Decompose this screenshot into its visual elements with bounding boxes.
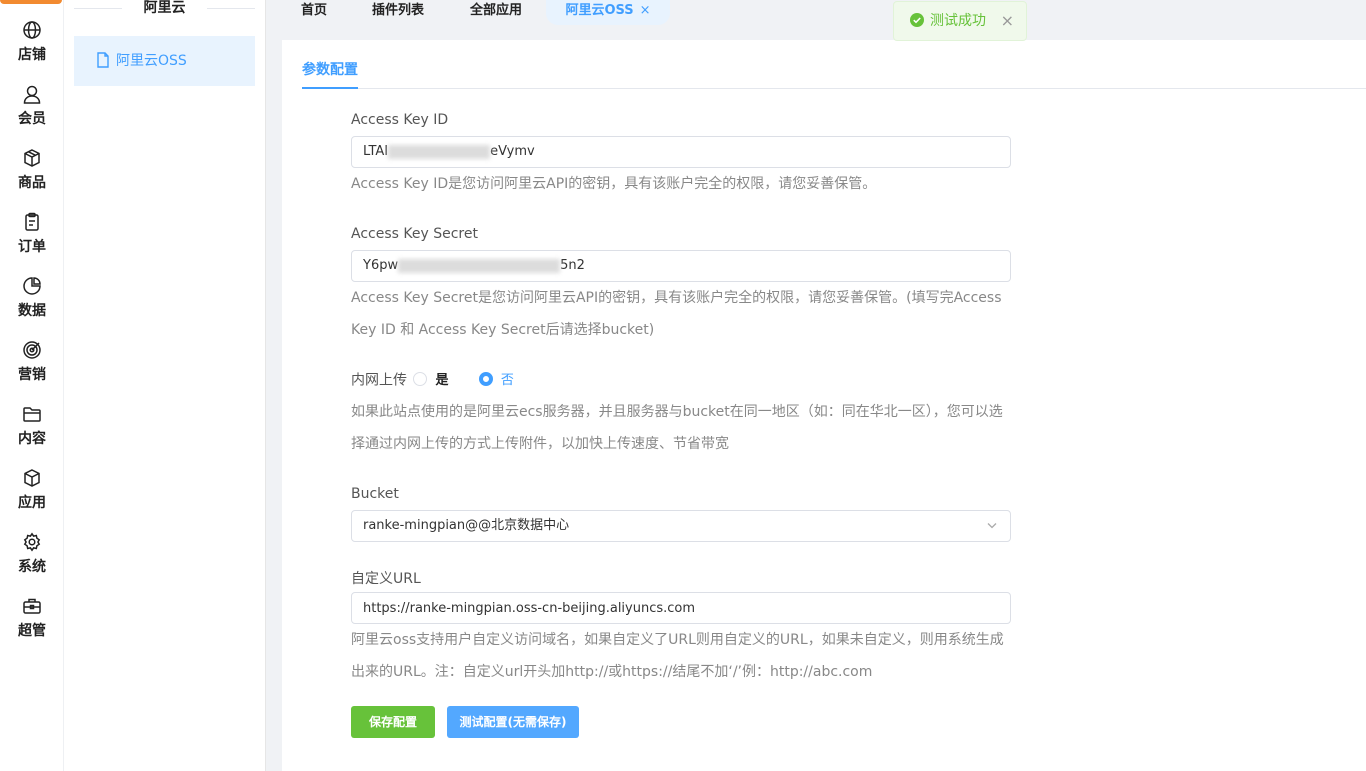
nav-admin[interactable]: 超管: [0, 596, 64, 652]
nav-label: 营销: [18, 367, 46, 383]
access-key-secret-help-1: Access Key Secret是您访问阿里云API的密钥，具有该账户完全的权…: [351, 290, 1002, 306]
intranet-upload-label: 内网上传: [351, 372, 407, 389]
close-icon[interactable]: ×: [1001, 2, 1014, 40]
access-key-id-help: Access Key ID是您访问阿里云API的密钥，具有该账户完全的权限，请您…: [351, 176, 877, 192]
user-icon: [23, 85, 41, 104]
folder-icon: [23, 407, 41, 422]
main-nav-rail: 店铺 会员 商品 订单 数据 营销 内容 应用 系统 超管: [0, 0, 64, 771]
nav-label: 应用: [18, 495, 46, 511]
tab-border: [302, 88, 1366, 89]
access-key-secret-value-start: Y6pw: [363, 258, 399, 273]
submenu-title-text: 阿里云: [143, 0, 186, 16]
radio-no[interactable]: 否: [478, 370, 514, 391]
nav-member[interactable]: 会员: [0, 84, 64, 140]
sub-menu: 阿里云 阿里云OSS: [64, 0, 266, 771]
clipboard-icon: [25, 212, 39, 231]
bucket-label: Bucket: [351, 486, 399, 502]
toolbox-icon: [23, 598, 41, 614]
nav-apps[interactable]: 应用: [0, 468, 64, 524]
active-indicator: [0, 0, 62, 4]
radio-circle: [413, 371, 428, 386]
access-key-secret-help-2: Key ID 和 Access Key Secret后请选择bucket): [351, 322, 655, 338]
divider: [74, 8, 122, 9]
target-icon: [23, 341, 41, 359]
submenu-title: 阿里云: [74, 0, 255, 16]
config-panel: 参数配置 Access Key ID LTAI eVymv Access Key …: [282, 40, 1366, 771]
globe-icon: [23, 21, 41, 39]
success-toast: 测试成功 ×: [893, 1, 1027, 41]
access-key-id-value-start: LTAI: [363, 144, 389, 159]
submenu-item-label: 阿里云OSS: [116, 53, 187, 69]
gear-icon: [23, 532, 41, 552]
nav-label: 会员: [18, 111, 46, 127]
tab-label: 阿里云OSS: [565, 3, 634, 18]
nav-label: 商品: [18, 175, 46, 191]
custom-url-label: 自定义URL: [351, 571, 421, 587]
nav-label: 内容: [18, 431, 46, 447]
redacted-mask: [388, 144, 491, 159]
document-icon: [97, 51, 109, 68]
save-config-button[interactable]: 保存配置: [351, 706, 435, 738]
tab-home[interactable]: 首页: [286, 0, 342, 25]
nav-label: 订单: [18, 239, 46, 255]
tab-all-apps[interactable]: 全部应用: [456, 0, 536, 25]
nav-label: 数据: [18, 303, 46, 319]
access-key-secret-label: Access Key Secret: [351, 226, 478, 242]
nav-label: 系统: [18, 559, 46, 575]
nav-store[interactable]: 店铺: [0, 20, 64, 76]
cube-icon: [24, 469, 40, 487]
nav-goods[interactable]: 商品: [0, 148, 64, 204]
nav-order[interactable]: 订单: [0, 212, 64, 268]
nav-marketing[interactable]: 营销: [0, 340, 64, 396]
tab-aliyun-oss[interactable]: 阿里云OSS ×: [546, 0, 670, 25]
chevron-down-icon: [987, 523, 997, 529]
box-icon: [24, 149, 40, 167]
intranet-upload-row: 内网上传 是 否: [351, 370, 514, 390]
access-key-id-label: Access Key ID: [351, 112, 449, 128]
submenu-item-aliyun-oss[interactable]: 阿里云OSS: [74, 36, 255, 86]
radio-circle: [478, 371, 493, 386]
nav-label: 超管: [18, 623, 46, 639]
custom-url-help-2: 出来的URL。注：自定义url开头加http://或https://结尾不加‘/…: [351, 664, 873, 680]
page-tabs: 首页 插件列表 全部应用 阿里云OSS ×: [266, 0, 1366, 25]
radio-label: 是: [435, 373, 449, 388]
check-circle-icon: [910, 12, 924, 27]
divider: [207, 8, 255, 9]
intranet-help-2: 择通过内网上传的方式上传附件，以加快上传速度、节省带宽: [351, 436, 729, 452]
bucket-select[interactable]: ranke-mingpian@@北京数据中心: [351, 510, 1011, 542]
custom-url-help-1: 阿里云oss支持用户自定义访问域名，如果自定义了URL则用自定义的URL，如果未…: [351, 632, 1004, 648]
bucket-selected-value: ranke-mingpian@@北京数据中心: [363, 518, 570, 533]
access-key-id-value-end: eVymv: [490, 144, 535, 159]
pie-chart-icon: [23, 277, 41, 295]
radio-label: 否: [500, 373, 514, 388]
nav-data[interactable]: 数据: [0, 276, 64, 332]
nav-label: 店铺: [18, 47, 46, 63]
redacted-mask: [398, 258, 561, 273]
access-key-secret-value-end: 5n2: [560, 258, 585, 273]
close-icon[interactable]: ×: [640, 3, 651, 18]
tab-underline: [302, 87, 358, 89]
radio-yes[interactable]: 是: [413, 370, 448, 391]
test-config-button[interactable]: 测试配置(无需保存): [447, 706, 579, 738]
access-key-id-input[interactable]: LTAI eVymv: [351, 136, 1011, 168]
toast-message: 测试成功: [930, 13, 986, 29]
intranet-help-1: 如果此站点使用的是阿里云ecs服务器，并且服务器与bucket在同一地区（如：同…: [351, 404, 1003, 420]
nav-system[interactable]: 系统: [0, 532, 64, 588]
custom-url-input[interactable]: [351, 592, 1011, 624]
tab-params-config[interactable]: 参数配置: [302, 52, 358, 89]
tab-plugin-list[interactable]: 插件列表: [358, 0, 438, 25]
nav-content[interactable]: 内容: [0, 404, 64, 460]
access-key-secret-input[interactable]: Y6pw 5n2: [351, 250, 1011, 282]
